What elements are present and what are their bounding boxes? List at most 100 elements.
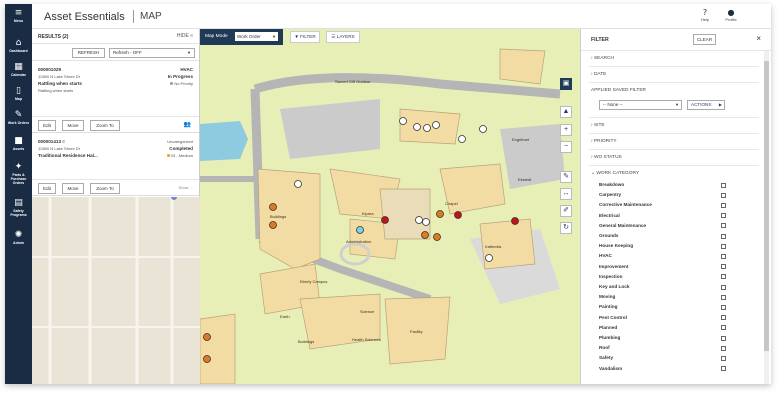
category-checkbox[interactable] xyxy=(721,325,726,331)
zoom-out-button[interactable]: − xyxy=(560,141,572,153)
category-checkbox[interactable] xyxy=(721,223,726,229)
map-mode-select[interactable]: Work Order ▼ xyxy=(235,32,278,41)
wo-title: Rattling when starts xyxy=(38,81,82,86)
filter-section-priority[interactable]: › PRIORITY xyxy=(581,139,763,144)
category-checkbox[interactable] xyxy=(721,202,726,208)
category-checkbox[interactable] xyxy=(721,345,726,351)
work-order-card[interactable]: 000001413 ≡ 12800 N Lake Shore Dr Tradit… xyxy=(32,134,199,196)
map-label: Buildings xyxy=(298,339,315,344)
filter-section-work-category[interactable]: ⌄ WORK CATEGORY xyxy=(581,171,763,176)
category-label: Vandalism xyxy=(599,365,623,371)
category-checkbox[interactable] xyxy=(721,284,726,290)
category-checkbox[interactable] xyxy=(721,213,726,219)
category-label: Inspection xyxy=(599,273,623,279)
profile-button[interactable]: ● Profile xyxy=(720,8,742,26)
category-checkbox[interactable] xyxy=(721,366,726,372)
chevron-right-icon: ▶ xyxy=(718,102,722,107)
zoom-to-button[interactable]: Zoom To xyxy=(90,120,120,131)
category-checkbox[interactable] xyxy=(721,233,726,239)
chevron-down-icon: ▼ xyxy=(675,102,679,107)
calendar-icon: ▦ xyxy=(14,62,23,72)
map-mode-value: Work Order xyxy=(237,34,261,39)
map-filter-button[interactable]: ▼ FILTER xyxy=(290,31,320,43)
show-more-link[interactable]: Show ... xyxy=(179,185,193,190)
people-icon[interactable]: 👥 xyxy=(184,121,191,128)
filter-section-site[interactable]: › SITE xyxy=(581,123,763,128)
scrollbar-thumb[interactable] xyxy=(764,61,769,351)
zoom-in-button[interactable]: + xyxy=(560,124,572,136)
actions-label: ACTIONS xyxy=(691,102,712,107)
map-edit-tool[interactable]: ✐ xyxy=(560,205,572,217)
category-checkbox[interactable] xyxy=(721,253,726,259)
wo-category: Uncategorized xyxy=(167,139,193,144)
nav-item-admin[interactable]: ✺ Admin xyxy=(5,228,32,258)
saved-filter-select[interactable]: -- None -- ▼ xyxy=(599,100,682,110)
map-layers-button[interactable]: ☰ LAYERS xyxy=(326,31,360,43)
map-layers-label: LAYERS xyxy=(336,34,355,39)
category-checkbox[interactable] xyxy=(721,192,726,198)
section-label: WO STATUS xyxy=(593,155,622,160)
help-label: Help xyxy=(700,17,710,22)
category-checkbox[interactable] xyxy=(721,264,726,270)
map-home-button[interactable]: ▣ xyxy=(560,78,572,90)
category-checkbox[interactable] xyxy=(721,182,726,188)
help-button[interactable]: ? Help xyxy=(694,8,716,26)
category-label: Breakdown xyxy=(599,182,625,187)
saved-filter-value: -- None -- xyxy=(603,102,623,107)
ruler-icon: ↔ xyxy=(562,190,570,197)
nav-item-parts[interactable]: ✦ Parts & Purchase Orders xyxy=(5,160,32,196)
close-icon[interactable]: × xyxy=(756,34,761,43)
section-label: PRIORITY xyxy=(593,139,617,144)
category-label: Planned xyxy=(599,324,618,330)
map-label: Health Sciences xyxy=(352,337,381,342)
funnel-icon: ▼ xyxy=(294,34,299,39)
map-canvas[interactable] xyxy=(200,29,580,384)
map-label: Chapel xyxy=(445,201,458,206)
filter-section-search[interactable]: › SEARCH xyxy=(581,56,763,61)
category-label: House Keeping xyxy=(599,243,634,249)
results-background-map xyxy=(32,197,200,384)
edit-button[interactable]: Edit xyxy=(38,120,56,131)
clear-filter-button[interactable]: CLEAR xyxy=(693,34,716,45)
category-label: Carpentry xyxy=(599,192,622,198)
refresh-icon: ↻ xyxy=(563,224,569,231)
wo-status: Completed xyxy=(169,146,193,151)
nav-label: Calendar xyxy=(11,73,26,77)
category-checkbox[interactable] xyxy=(721,355,726,361)
profile-label: Profile xyxy=(725,17,737,22)
filter-scrollbar[interactable] xyxy=(764,51,769,384)
filter-section-wo-status[interactable]: › WO STATUS xyxy=(581,155,763,160)
map-draw-tool[interactable]: ✎ xyxy=(560,171,572,183)
campus-map[interactable]: Sacred Gift Outdoor Engelhart Chapel Eks… xyxy=(200,29,580,384)
nav-label: Menu xyxy=(13,19,24,23)
wo-address: 12800 N Lake Shore Dr xyxy=(38,74,81,79)
category-checkbox[interactable] xyxy=(721,304,726,310)
category-label: Moving xyxy=(599,294,616,300)
move-button[interactable]: Move xyxy=(62,120,84,131)
refresh-button[interactable]: REFRESH xyxy=(72,48,105,58)
wo-title: Traditional Residence Hal... xyxy=(38,153,98,158)
hide-results-button[interactable]: HIDE « xyxy=(177,33,193,39)
section-label: WORK CATEGORY xyxy=(596,171,640,176)
map-measure-tool[interactable]: ↔ xyxy=(560,188,572,200)
refresh-select[interactable]: Refresh - OFF ▼ xyxy=(109,48,195,58)
category-checkbox[interactable] xyxy=(721,243,726,249)
pond xyxy=(200,121,248,161)
zoom-to-button[interactable]: Zoom To xyxy=(90,183,120,194)
filter-actions-button[interactable]: ACTIONS ▶ xyxy=(687,100,725,110)
category-checkbox[interactable] xyxy=(721,274,726,280)
work-order-card[interactable]: 000001029 12800 N Lake Shore Dr Rattling… xyxy=(32,62,199,133)
filter-panel: FILTER CLEAR × › SEARCH › DATE APPLIED S… xyxy=(580,29,771,384)
map-refresh-tool[interactable]: ↻ xyxy=(560,222,572,234)
nav-item-menu[interactable]: ≡ Menu xyxy=(5,6,32,36)
edit-button[interactable]: Edit xyxy=(38,183,56,194)
filter-section-date[interactable]: › DATE xyxy=(581,72,763,77)
category-checkbox[interactable] xyxy=(721,335,726,341)
move-button[interactable]: Move xyxy=(62,183,84,194)
saved-filter-label: APPLIED SAVED FILTER xyxy=(591,88,647,93)
map-select-tool[interactable]: ▲ xyxy=(560,106,572,118)
category-checkbox[interactable] xyxy=(721,315,726,321)
category-checkbox[interactable] xyxy=(721,294,726,300)
nav-item-safety[interactable]: ▤ Safety Programs xyxy=(5,196,32,228)
card-actions: Edit Move Zoom To 👥 xyxy=(32,116,199,133)
